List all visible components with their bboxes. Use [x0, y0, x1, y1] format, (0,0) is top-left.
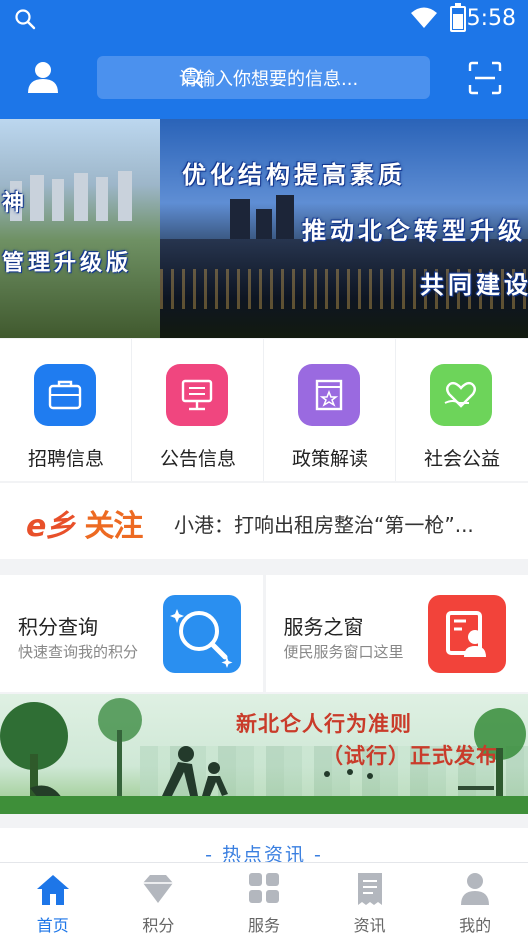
home-icon: [36, 875, 69, 905]
banner-text: 共同建设: [420, 270, 528, 299]
building-icon: [298, 364, 360, 426]
user-profile-button[interactable]: [24, 58, 62, 96]
app-screen: 5:58 请输入你想要的信息... 优化结构提高素质 推动北仑转型升级 共同建设…: [0, 0, 528, 940]
category-grid: 招聘信息 公告信息 政策解读 社会公益: [0, 339, 528, 481]
briefcase-icon: [34, 364, 96, 426]
hero-banner[interactable]: 优化结构提高素质 推动北仑转型升级 共同建设 神 管理升级版: [0, 119, 528, 338]
banner-text: 管理升级版: [2, 250, 133, 276]
tab-label: 资讯: [353, 916, 386, 935]
tab-label: 我的: [459, 916, 492, 935]
scan-icon: [468, 61, 502, 95]
promo-ground: [0, 796, 528, 814]
card-title: 积分查询: [18, 615, 98, 639]
tab-news[interactable]: 资讯: [317, 863, 423, 940]
grid-item-charity[interactable]: 社会公益: [396, 339, 528, 481]
tab-home[interactable]: 首页: [0, 863, 106, 940]
banner-text: 神: [2, 190, 29, 216]
banner-building: [30, 175, 44, 221]
card-subtitle: 快速查询我的积分: [18, 643, 139, 661]
heart-hand-icon: [430, 364, 492, 426]
banner-building: [74, 173, 88, 221]
eviews-logo: e乡 关注: [26, 501, 143, 545]
person-icon: [461, 873, 490, 905]
grid-item-announcement[interactable]: 公告信息: [132, 339, 264, 481]
banner-building: [118, 171, 132, 221]
news-ticker[interactable]: e乡 关注 小港：打响出租房整治“第一枪”...: [0, 483, 528, 559]
wifi-icon: [410, 6, 438, 34]
grid-item-recruitment[interactable]: 招聘信息: [0, 339, 132, 481]
tab-mine[interactable]: 我的: [422, 863, 528, 940]
service-cards: 积分查询 快速查询我的积分 服务之窗 便民服务窗口这里: [0, 575, 528, 692]
user-icon: [28, 62, 58, 93]
magnifier-icon: [162, 595, 241, 673]
banner-text: 优化结构提高素质: [182, 160, 406, 189]
scan-button[interactable]: [468, 61, 502, 95]
search-icon: [14, 8, 36, 34]
grid-label: 公告信息: [159, 448, 236, 470]
brand-e: e乡: [26, 509, 75, 544]
tab-label: 服务: [247, 916, 280, 935]
tab-points[interactable]: 积分: [106, 863, 212, 940]
ticker-headline[interactable]: 小港：打响出租房整治“第一枪”...: [174, 509, 519, 538]
promo-subtitle: （试行）正式发布: [322, 744, 498, 768]
promo-banner[interactable]: 新北仑人行为准则 （试行）正式发布: [0, 694, 528, 814]
grid-label: 社会公益: [423, 448, 500, 470]
grid-item-policy[interactable]: 政策解读: [264, 339, 396, 481]
status-time: 5:58: [466, 6, 516, 31]
banner-left-photo: [0, 119, 160, 338]
brand-follow: 关注: [84, 509, 143, 544]
billboard-icon: [166, 364, 228, 426]
card-subtitle: 便民服务窗口这里: [283, 643, 404, 661]
service-window-icon: [428, 595, 506, 673]
banner-building: [52, 179, 64, 221]
search-placeholder: 请输入你想要的信息...: [179, 68, 359, 90]
search-icon: [181, 66, 205, 95]
points-query-card[interactable]: 积分查询 快速查询我的积分: [0, 575, 263, 692]
banner-building: [96, 177, 108, 221]
grid-label: 招聘信息: [27, 448, 104, 470]
top-header: 5:58 请输入你想要的信息...: [0, 0, 528, 119]
status-bar: 5:58: [0, 0, 528, 40]
service-window-card[interactable]: 服务之窗 便民服务窗口这里: [265, 575, 528, 692]
grid-icon: [248, 873, 279, 903]
banner-text: 推动北仑转型升级: [302, 216, 526, 245]
tab-label: 首页: [36, 916, 69, 935]
battery-icon: [450, 3, 466, 32]
news-icon: [357, 873, 382, 905]
tab-label: 积分: [142, 916, 175, 935]
search-input[interactable]: 请输入你想要的信息...: [97, 56, 430, 99]
tab-services[interactable]: 服务: [211, 863, 317, 940]
bottom-tab-bar: 首页 积分 服务 资讯 我的: [0, 862, 528, 940]
diamond-icon: [143, 875, 174, 903]
promo-title: 新北仑人行为准则: [236, 712, 412, 736]
card-title: 服务之窗: [283, 615, 364, 639]
grid-label: 政策解读: [291, 448, 368, 470]
